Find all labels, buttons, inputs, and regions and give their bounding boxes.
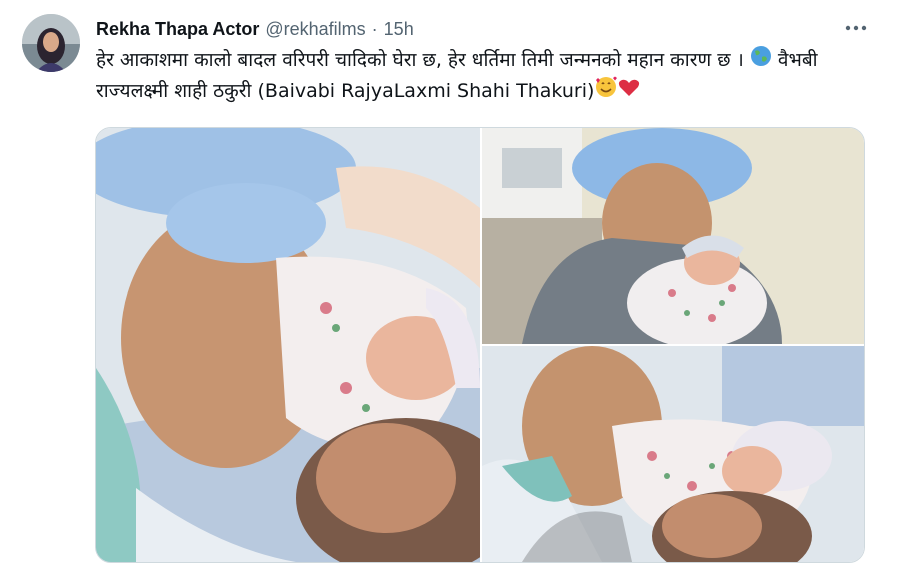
photo-father-holding-baby[interactable] <box>482 128 864 344</box>
photo-parents-with-baby[interactable] <box>482 346 864 562</box>
timestamp[interactable]: 15h <box>384 19 414 40</box>
tweet-header: Rekha Thapa Actor @rekhafilms · 15h <box>96 17 860 41</box>
tweet-media-grid <box>95 127 865 563</box>
avatar-image <box>22 14 80 72</box>
red-heart-emoji-icon <box>618 77 640 107</box>
smiling-face-with-hearts-emoji-icon <box>594 76 618 107</box>
tweet-text: हेर आकाशमा कालो बादल वरिपरी चादिको घेरा … <box>96 45 876 107</box>
avatar[interactable] <box>22 14 80 72</box>
user-handle[interactable]: @rekhafilms <box>265 19 365 40</box>
globe-emoji-icon <box>750 45 772 76</box>
tweet-text-part1: हेर आकाशमा कालो बादल वरिपरी चादिको घेरा … <box>96 49 750 71</box>
tweet-card[interactable]: Rekha Thapa Actor @rekhafilms · 15h हेर … <box>0 0 900 569</box>
separator-dot: · <box>371 18 378 39</box>
display-name[interactable]: Rekha Thapa Actor <box>96 19 259 40</box>
photo-father-baby-closeup[interactable] <box>96 128 480 562</box>
more-options-icon[interactable] <box>842 16 870 40</box>
